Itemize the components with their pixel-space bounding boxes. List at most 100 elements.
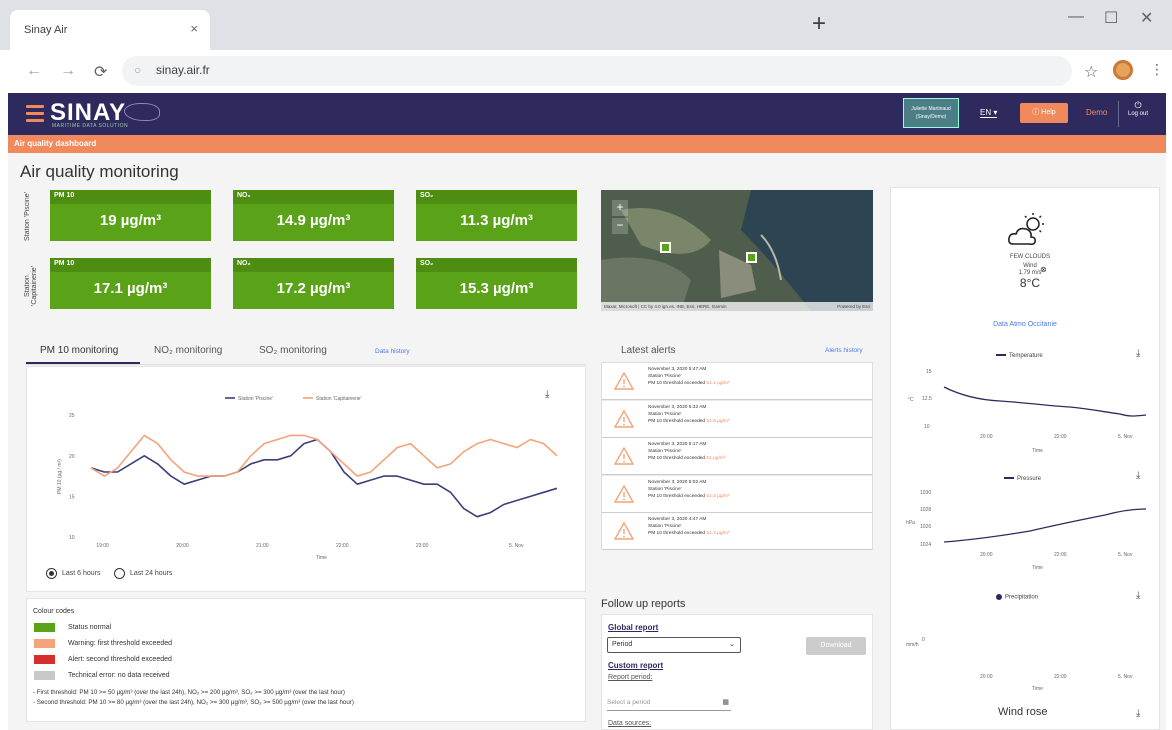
wind-rose-download-icon[interactable]: ⤓ [1136, 708, 1140, 719]
alerts-history-link[interactable]: Alerts history [825, 347, 863, 354]
y-tick-label: 10 [69, 535, 75, 541]
swatch-alert [34, 655, 55, 664]
alert-text: November 3, 2020 4:47 AM Station 'Piscine… [648, 517, 730, 537]
alerts-title: Latest alerts [621, 345, 676, 356]
weather-condition: FEW CLOUDS [1009, 254, 1050, 260]
tab-close-icon[interactable]: × [190, 21, 198, 36]
code-label-alert: Alert: second threshold exceeded [68, 656, 172, 663]
precipitation-download-icon[interactable]: ⤓ [1136, 590, 1140, 601]
station-map[interactable]: Maxar, Microsoft | CC by 4.0 ign.es, INE… [601, 190, 873, 311]
alert-text: November 3, 2020 5:47 AM Station 'Piscine… [648, 367, 730, 387]
pressure-xtick: 5. Nov [1118, 552, 1133, 558]
pressure-download-icon[interactable]: ⤓ [1136, 470, 1140, 481]
alert-text: November 3, 2020 5:32 AM Station 'Piscine… [648, 404, 730, 424]
tab-so2-monitoring[interactable]: SO₂ monitoring [259, 345, 327, 356]
y-tick-label: 15 [69, 494, 75, 500]
pressure-ytick: 1030 [920, 490, 931, 496]
kpi-tile-no2-piscine[interactable]: NO₂ 14.9 µg/m³ [233, 190, 394, 241]
radio-last-6-hours[interactable] [46, 568, 57, 579]
kpi-tile-no2-capitainerie[interactable]: NO₂ 17.2 µg/m³ [233, 258, 394, 309]
warning-triangle-icon [614, 446, 634, 465]
y-axis-label: PM 10 (µg / m³) [57, 459, 63, 494]
code-label-error: Technical error: no data received [68, 672, 170, 679]
address-bar[interactable]: ○ sinay.air.fr [122, 56, 1072, 86]
pressure-xtick: 22:00 [1054, 552, 1067, 558]
browser-tab-strip: Sinay Air × + — ☐ ✕ [0, 0, 1172, 50]
period-date-input[interactable]: Select a period ▦ [607, 697, 731, 711]
close-window-icon[interactable]: ✕ [1140, 8, 1153, 28]
alert-item[interactable]: November 3, 2020 5:32 AM Station 'Piscine… [602, 400, 872, 438]
warning-triangle-icon [614, 521, 634, 540]
demo-label: Demo [1086, 108, 1108, 117]
second-threshold-note: - Second threshold: PM 10 >= 80 µg/m³ (o… [33, 699, 354, 706]
user-badge[interactable]: Juliette Martinaud (Sinay/Demo) [903, 98, 959, 128]
map-attribution: Maxar, Microsoft | CC by 4.0 ign.es, INE… [601, 302, 873, 311]
profile-avatar[interactable] [1113, 60, 1133, 80]
temp-xtick: 20:00 [980, 434, 993, 440]
pm10-line-chart: 10 15 20 25 19:00 20:00 21:00 22:00 23:00 5. Nov T… [57, 396, 558, 561]
pressure-ylabel: hPa [906, 520, 915, 526]
temperature-download-icon[interactable]: ⤓ [1136, 348, 1140, 359]
logout-button[interactable]: ⏻ Log out [1128, 101, 1148, 119]
precip-xtick: 20:00 [980, 674, 993, 680]
precip-xtick: 5. Nov [1118, 674, 1133, 680]
custom-report-heading: Custom report [608, 661, 664, 670]
minimize-icon[interactable]: — [1068, 8, 1084, 26]
pm10-chart-card: 10 15 20 25 19:00 20:00 21:00 22:00 23:00 5. Nov T… [26, 366, 586, 592]
map-satellite-imagery [601, 190, 873, 311]
alert-text: November 3, 2020 5:02 AM Station 'Piscine… [648, 479, 730, 499]
forward-icon[interactable]: → [60, 62, 76, 80]
kpi-tile-so2-piscine[interactable]: SO₂ 11.3 µg/m³ [416, 190, 577, 241]
kpi-tile-pm10-capitainerie[interactable]: PM 10 17.1 µg/m³ [50, 258, 211, 309]
tab-no2-monitoring[interactable]: NO₂ monitoring [154, 345, 222, 356]
alert-item[interactable]: November 3, 2020 5:47 AM Station 'Piscine… [602, 363, 872, 400]
kpi-tile-so2-capitainerie[interactable]: SO₂ 15.3 µg/m³ [416, 258, 577, 309]
alert-item[interactable]: November 3, 2020 5:17 AM Station 'Piscine… [602, 438, 872, 475]
active-tab-indicator [26, 362, 140, 364]
precip-ylabel: mm/h [906, 642, 919, 648]
help-button[interactable]: ⓘ Help [1020, 103, 1068, 123]
calendar-icon[interactable]: ▦ [722, 698, 729, 706]
wind-direction-icon: ⊗ [1040, 265, 1047, 274]
temp-ytick: 10 [924, 424, 930, 430]
temperature-value: 8°C [1019, 276, 1041, 290]
back-icon[interactable]: ← [26, 62, 42, 80]
warning-triangle-icon [614, 409, 634, 428]
station-marker-capitainerie[interactable] [746, 252, 757, 263]
radio-last-24-hours[interactable] [114, 568, 125, 579]
language-selector[interactable]: EN ▾ [980, 108, 998, 118]
station-marker-piscine[interactable] [660, 242, 671, 253]
pressure-legend: Pressure [1004, 476, 1041, 482]
period-select[interactable]: Period ⌄ [607, 637, 741, 653]
kpi-tile-pm10-piscine[interactable]: PM 10 19 µg/m³ [50, 190, 211, 241]
atmo-occitanie-link[interactable]: Data Atmo Occitanie [955, 321, 1095, 328]
search-icon: ○ [134, 63, 142, 77]
hamburger-menu-icon[interactable] [26, 105, 44, 126]
x-tick-label: 22:00 [336, 543, 349, 549]
new-tab-icon[interactable]: + [812, 10, 826, 38]
tab-pm10-monitoring[interactable]: PM 10 monitoring [40, 345, 118, 356]
y-tick-label: 20 [69, 454, 75, 460]
data-history-link[interactable]: Data history [375, 348, 410, 355]
temp-ylabel: °C [908, 397, 914, 403]
download-report-button[interactable]: Download [806, 637, 866, 655]
alert-item[interactable]: November 3, 2020 4:47 AM Station 'Piscine… [602, 513, 872, 550]
zoom-out-button[interactable]: − [612, 218, 628, 234]
alerts-list: November 3, 2020 5:47 AM Station 'Piscine… [601, 362, 873, 550]
chart-download-icon[interactable]: ⤓ [545, 389, 549, 400]
maximize-icon[interactable]: ☐ [1104, 8, 1118, 28]
bookmark-star-icon[interactable]: ☆ [1084, 62, 1098, 82]
wind-rose-title: Wind rose [998, 706, 1048, 718]
whale-logo-icon [124, 103, 160, 121]
browser-menu-icon[interactable]: ⋮ [1150, 61, 1164, 78]
pressure-xlabel: Time [1032, 565, 1043, 571]
browser-tab[interactable]: Sinay Air × [10, 10, 210, 50]
reload-icon[interactable]: ⟳ [94, 62, 107, 82]
tab-title: Sinay Air [24, 24, 68, 36]
few-clouds-icon [1008, 213, 1044, 246]
temp-xlabel: Time [1032, 448, 1043, 454]
zoom-in-button[interactable]: + [612, 200, 628, 216]
temperature-line [943, 386, 1147, 417]
temperature-chart: 15 12.5 10 °C 20:00 22:00 5. Nov Time [908, 369, 1147, 454]
alert-item[interactable]: November 3, 2020 5:02 AM Station 'Piscine… [602, 475, 872, 513]
